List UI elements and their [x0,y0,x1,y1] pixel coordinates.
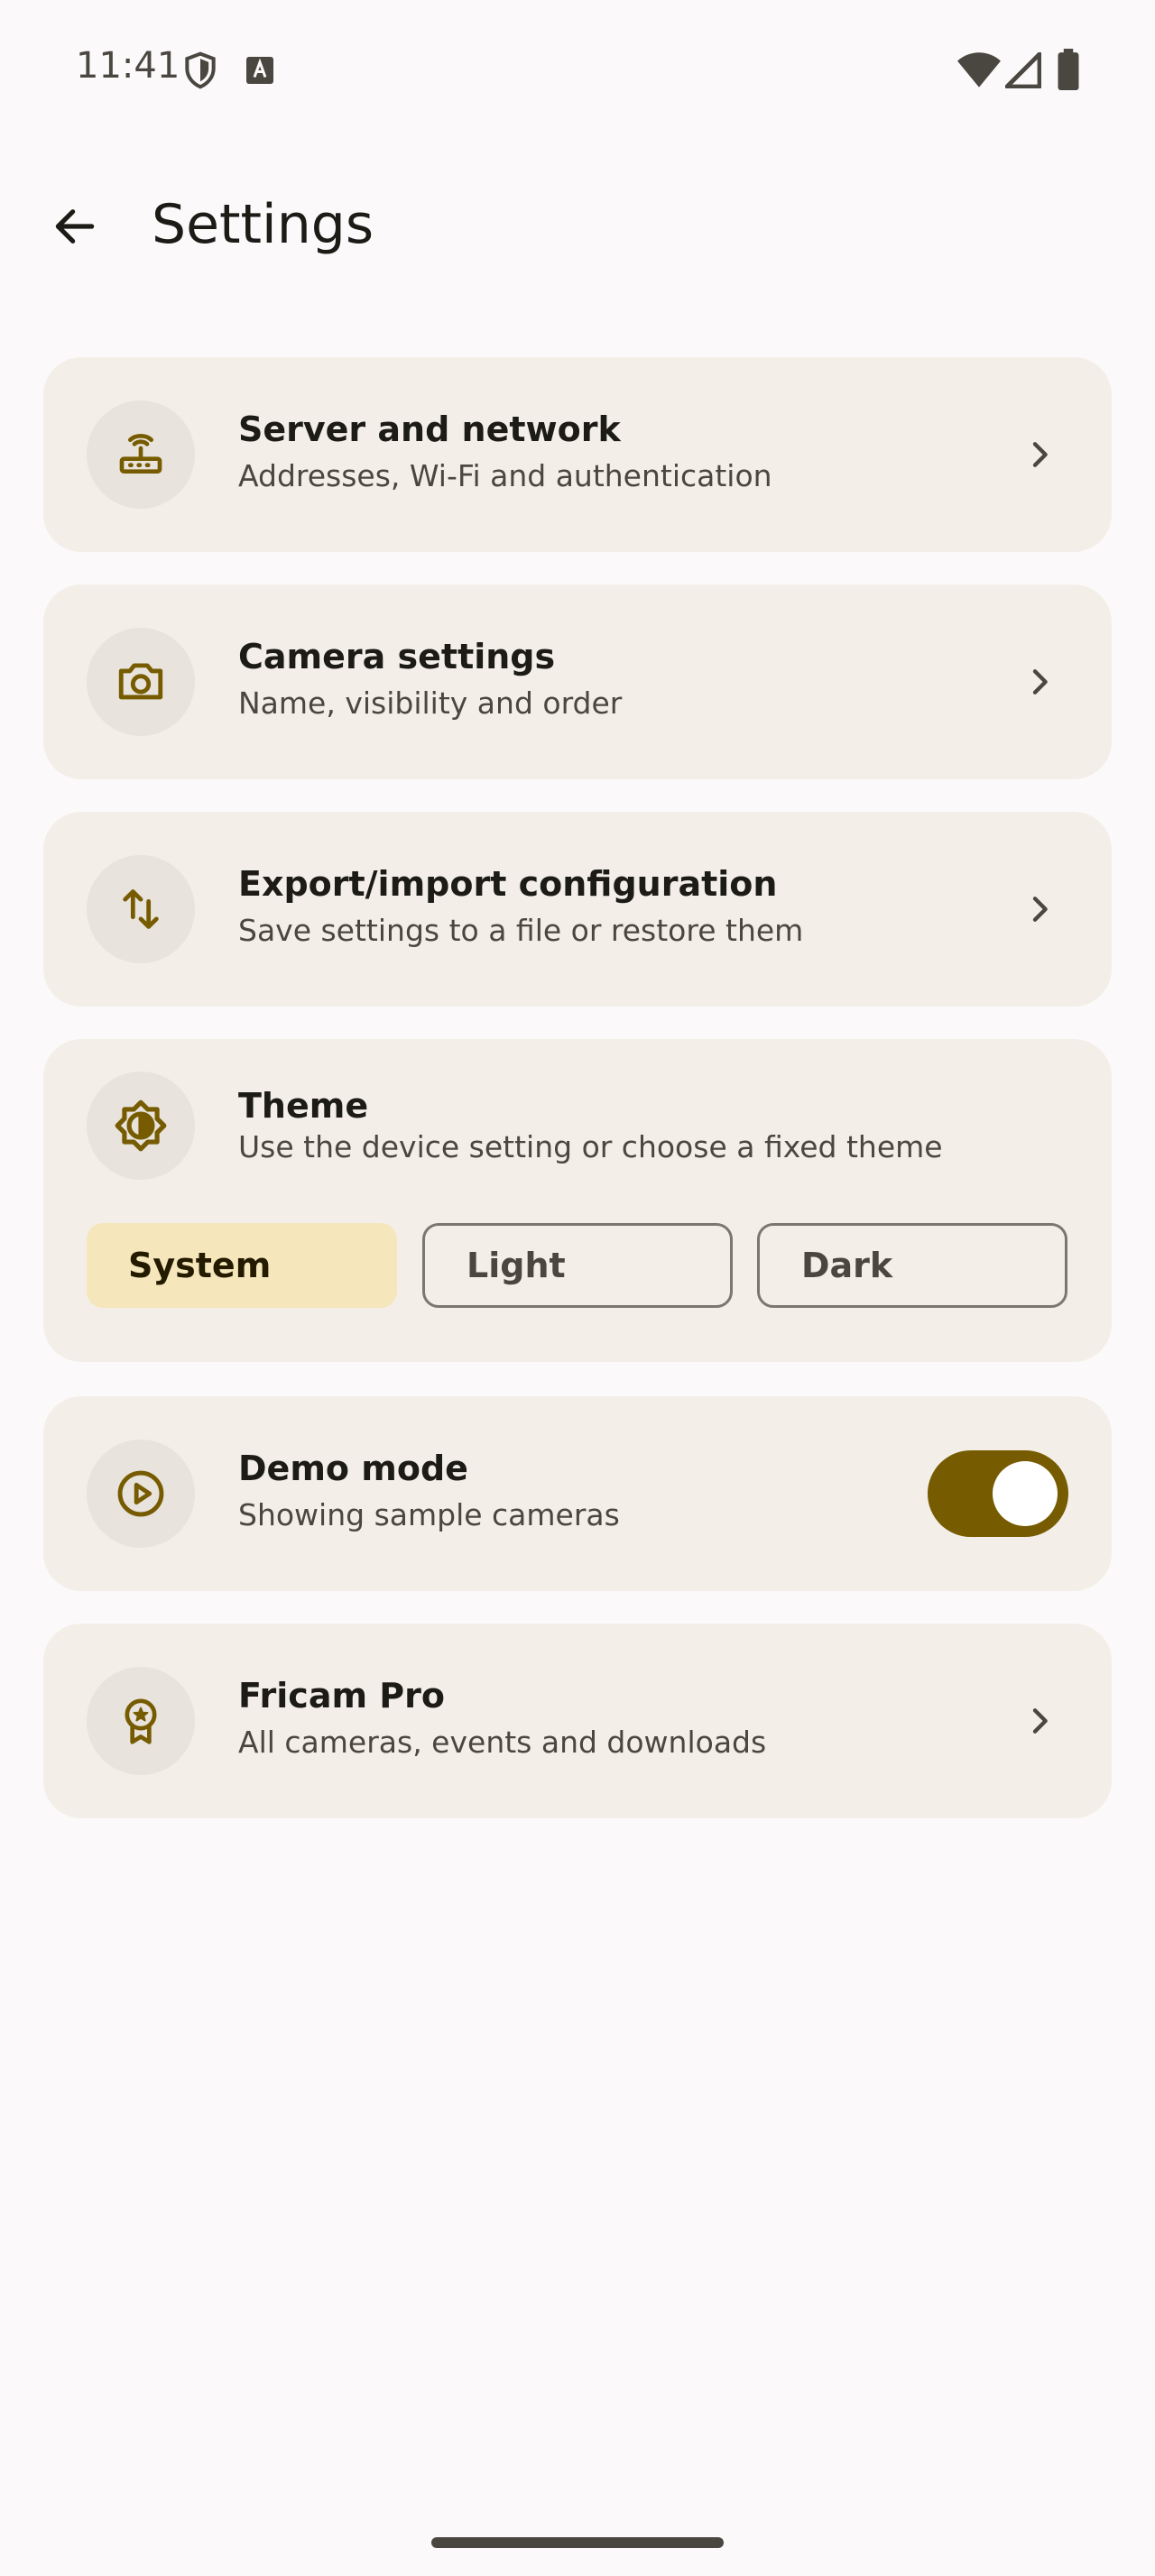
server-network-subtitle: Addresses, Wi-Fi and authentication [238,458,772,493]
page-title: Settings [152,193,374,256]
play-circle-icon [87,1440,195,1548]
gesture-nav-handle[interactable] [431,2537,724,2548]
chevron-right-icon [1018,433,1061,476]
status-bar: 11:41 [0,0,1155,135]
demo-mode-subtitle: Showing sample cameras [238,1497,620,1532]
demo-mode-title: Demo mode [238,1449,468,1488]
award-icon [87,1667,195,1775]
fricam-pro-subtitle: All cameras, events and downloads [238,1725,767,1760]
chevron-right-icon [1018,888,1061,931]
theme-card: Theme Use the device setting or choose a… [43,1039,1112,1362]
theme-subtitle: Use the device setting or choose a fixed… [238,1129,943,1164]
arrow-back-icon [50,201,100,255]
fricam-pro-card[interactable]: Fricam Pro All cameras, events and downl… [43,1624,1112,1818]
theme-option-system[interactable]: System [87,1223,397,1308]
demo-mode-toggle[interactable] [928,1450,1068,1537]
chevron-right-icon [1018,660,1061,704]
brightness-icon [87,1072,195,1180]
swap-vert-icon [87,855,195,963]
status-time: 11:41 [76,45,180,87]
camera-settings-title: Camera settings [238,637,556,676]
theme-title: Theme [238,1086,369,1126]
export-import-title: Export/import configuration [238,864,778,904]
camera-settings-subtitle: Name, visibility and order [238,685,623,721]
shield-icon [180,51,220,94]
router-icon [87,400,195,509]
theme-option-dark[interactable]: Dark [757,1223,1067,1308]
server-network-card[interactable]: Server and network Addresses, Wi-Fi and … [43,357,1112,552]
back-button[interactable] [36,189,114,267]
camera-icon [87,628,195,736]
export-import-subtitle: Save settings to a file or restore them [238,913,804,948]
camera-settings-card[interactable]: Camera settings Name, visibility and ord… [43,584,1112,779]
server-network-title: Server and network [238,409,621,449]
chevron-right-icon [1018,1699,1061,1743]
top-app-bar: Settings [0,162,1155,289]
font-icon [244,54,276,90]
theme-option-light[interactable]: Light [422,1223,733,1308]
wifi-icon [956,51,1002,94]
toggle-thumb [993,1461,1058,1526]
export-import-card[interactable]: Export/import configuration Save setting… [43,812,1112,1007]
fricam-pro-title: Fricam Pro [238,1676,445,1716]
cell-signal-icon [1004,51,1042,92]
demo-mode-card[interactable]: Demo mode Showing sample cameras [43,1396,1112,1591]
battery-icon [1056,49,1081,94]
